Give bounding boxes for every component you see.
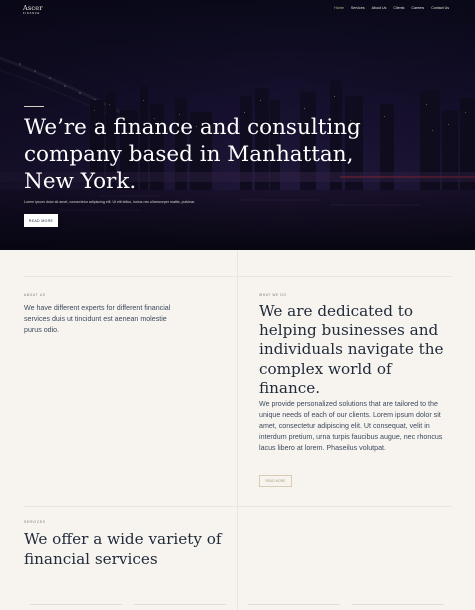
hero-section: Ascer FINANCE Home Services About Us Cli… — [0, 0, 475, 250]
section-divider-top — [24, 276, 452, 277]
brand-logo[interactable]: Ascer FINANCE — [23, 5, 43, 15]
main-nav: Home Services About Us Clients Careers C… — [334, 6, 449, 10]
nav-item-careers[interactable]: Careers — [411, 6, 424, 10]
about-eyebrow: ABOUT US — [24, 293, 46, 297]
service-card[interactable] — [134, 604, 226, 610]
nav-item-home[interactable]: Home — [334, 6, 344, 10]
dedicated-read-more-button[interactable]: READ MORE — [259, 475, 292, 487]
section-divider-services — [24, 506, 452, 507]
about-text: We have different experts for different … — [24, 304, 171, 334]
nav-item-services[interactable]: Services — [351, 6, 365, 10]
nav-item-about-us[interactable]: About Us — [372, 6, 387, 10]
nav-item-clients[interactable]: Clients — [393, 6, 404, 10]
service-card[interactable] — [30, 604, 122, 610]
services-heading: We offer a wide variety of financial ser… — [24, 530, 222, 568]
hero-description: Lorem ipsum dolor sit amet, consectetur … — [24, 200, 195, 204]
services-eyebrow: SERVICES — [24, 520, 46, 524]
service-card[interactable] — [248, 604, 340, 610]
hero-read-more-button[interactable]: READ MORE — [24, 214, 58, 227]
service-card[interactable] — [352, 604, 444, 610]
brand-name: Ascer — [23, 4, 43, 12]
nav-item-contact-us[interactable]: Contact Us — [431, 6, 449, 10]
hero-accent-rule — [24, 106, 44, 107]
dedicated-heading: We are dedicated to helping businesses a… — [259, 302, 444, 397]
dedicated-text: We provide personalized solutions that a… — [259, 400, 443, 453]
hero-title: We’re a finance and consulting company b… — [24, 115, 361, 194]
what-we-do-eyebrow: WHAT WE DO — [259, 293, 287, 297]
brand-tagline: FINANCE — [23, 11, 40, 15]
